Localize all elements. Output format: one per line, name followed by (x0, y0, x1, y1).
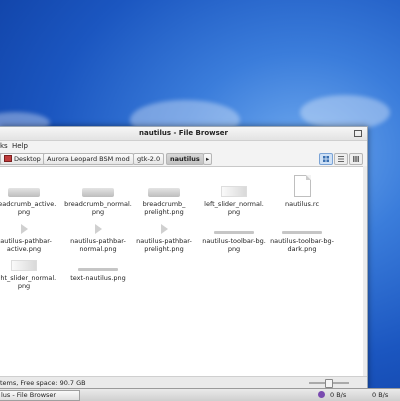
file-item[interactable]: nautilus.rc (266, 175, 338, 208)
image-thumbnail-icon (78, 268, 118, 271)
file-item[interactable]: nautilus-toolbar-bg-dark.png (266, 212, 338, 253)
crumb-theme[interactable]: Aurora Leopard BSM mod (43, 153, 134, 165)
zoom-slider-knob[interactable] (325, 379, 333, 388)
image-thumbnail-icon (8, 188, 40, 197)
file-item[interactable]: breadcrumb_ prelight.png (128, 175, 200, 216)
path-bar: Desktop Aurora Leopard BSM mod gtk-2.0 n… (0, 152, 367, 165)
image-thumbnail-icon (20, 224, 28, 234)
menu-bar: ks Help (0, 141, 367, 152)
file-name: nautilus-toolbar-bg-dark.png (270, 237, 334, 253)
image-thumbnail-icon (148, 188, 180, 197)
columns-icon (353, 156, 359, 162)
file-name: nautilus.rc (284, 200, 320, 208)
image-thumbnail-icon (94, 224, 102, 234)
status-text: tems, Free space: 90.7 GB (0, 379, 86, 387)
network-upload-rate: 0 B/s (372, 391, 389, 399)
file-item[interactable]: nautilus-toolbar-bg. png (198, 212, 270, 253)
file-item[interactable]: right_slider_normal.png (0, 249, 60, 290)
file-browser-window: nautilus - File Browser ks Help Desktop … (0, 126, 368, 390)
taskbar: lus - File Browser 0 B/s 0 B/s (0, 388, 400, 401)
crumb-nautilus[interactable]: nautilus (166, 153, 204, 165)
file-item[interactable]: nautilus-pathbar-normal.png (62, 212, 134, 253)
grid-icon (323, 156, 329, 162)
file-item[interactable]: text-nautilus.png (62, 249, 134, 282)
window-titlebar[interactable]: nautilus - File Browser (0, 127, 367, 141)
file-icon-view: breadcrumb_active.pngbreadcrumb_normal.p… (0, 166, 363, 377)
file-name: right_slider_normal.png (0, 274, 57, 290)
image-thumbnail-icon (282, 231, 322, 234)
crumb-label: Desktop (14, 155, 41, 163)
image-thumbnail-icon (214, 231, 254, 234)
file-item[interactable]: breadcrumb_active.png (0, 175, 60, 216)
window-title: nautilus - File Browser (139, 129, 228, 137)
crumb-label: nautilus (170, 155, 200, 163)
menu-help[interactable]: Help (12, 142, 28, 150)
file-item[interactable]: left_slider_normal. png (198, 175, 270, 216)
network-download-rate: 0 B/s (330, 391, 347, 399)
list-icon (338, 156, 344, 162)
image-thumbnail-icon (221, 186, 247, 197)
file-name: nautilus-toolbar-bg. png (202, 237, 266, 253)
tray-app-icon[interactable] (318, 391, 325, 398)
chevron-right-icon: ▸ (206, 155, 210, 163)
taskbar-window-button[interactable]: lus - File Browser (0, 390, 80, 401)
file-item[interactable]: nautilus-pathbar-active.png (0, 212, 60, 253)
maximize-button[interactable] (354, 130, 362, 137)
crumb-more-button[interactable]: ▸ (203, 153, 213, 165)
image-thumbnail-icon (160, 224, 168, 234)
text-file-icon (293, 175, 311, 197)
wallpaper-cloud (300, 95, 390, 130)
list-view-button[interactable] (334, 153, 348, 165)
menu-bookmarks[interactable]: ks (0, 142, 8, 150)
icon-view-button[interactable] (319, 153, 333, 165)
file-name: text-nautilus.png (70, 274, 126, 282)
image-thumbnail-icon (11, 260, 37, 271)
file-item[interactable]: nautilus-pathbar-prelight.png (128, 212, 200, 253)
crumb-gtk[interactable]: gtk-2.0 (133, 153, 165, 165)
crumb-desktop[interactable]: Desktop (0, 153, 45, 165)
crumb-label: gtk-2.0 (137, 155, 161, 163)
desktop-icon (4, 155, 12, 162)
compact-view-button[interactable] (349, 153, 363, 165)
image-thumbnail-icon (82, 188, 114, 197)
file-item[interactable]: breadcrumb_normal. png (62, 175, 134, 216)
file-name: nautilus-pathbar-prelight.png (136, 237, 192, 253)
scrollbar[interactable] (363, 166, 367, 376)
crumb-label: Aurora Leopard BSM mod (47, 155, 130, 163)
